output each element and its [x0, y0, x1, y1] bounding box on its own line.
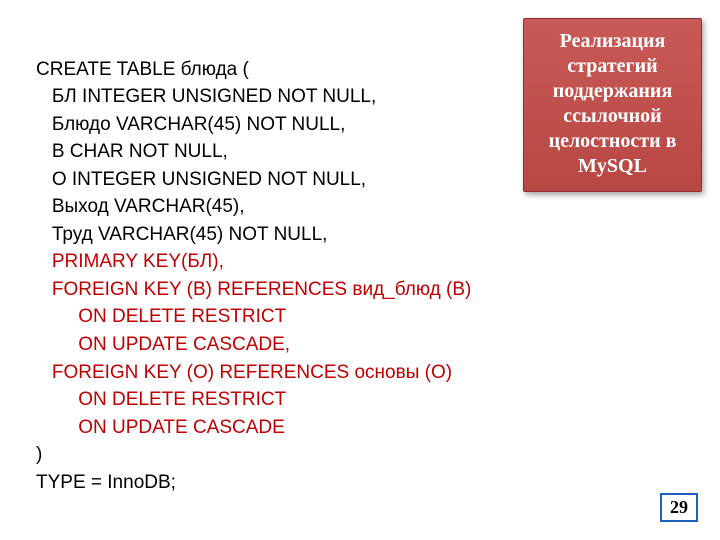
code-line-key: PRIMARY KEY(БЛ), [36, 251, 224, 272]
callout-line: поддержания [530, 79, 695, 104]
callout-line: Реализация [530, 29, 695, 54]
callout-line: целостности в [530, 129, 695, 154]
callout-line: стратегий [530, 54, 695, 79]
code-line: TYPE = InnoDB; [36, 472, 176, 493]
code-line: Выход VARCHAR(45), [36, 196, 245, 217]
code-line-key: FOREIGN KEY (В) REFERENCES вид_блюд (В) [36, 279, 471, 300]
code-line-key: ON UPDATE CASCADE [36, 417, 285, 438]
code-line-key: FOREIGN KEY (О) REFERENCES основы (О) [36, 362, 452, 383]
code-line-key: ON UPDATE CASCADE, [36, 334, 290, 355]
code-line: О INTEGER UNSIGNED NOT NULL, [36, 169, 366, 190]
code-line-key: ON DELETE RESTRICT [36, 389, 286, 410]
callout-line: MySQL [530, 154, 695, 179]
title-callout: Реализация стратегий поддержания ссылочн… [523, 18, 702, 192]
page-number: 29 [660, 493, 698, 522]
code-line: CREATE TABLE блюда ( [36, 59, 249, 80]
code-line: В CHAR NOT NULL, [36, 141, 228, 162]
code-line: Блюдо VARCHAR(45) NOT NULL, [36, 114, 345, 135]
code-line: Труд VARCHAR(45) NOT NULL, [36, 224, 327, 245]
callout-line: ссылочной [530, 104, 695, 129]
code-line: ) [36, 444, 42, 465]
code-line: БЛ INTEGER UNSIGNED NOT NULL, [36, 86, 376, 107]
code-line-key: ON DELETE RESTRICT [36, 306, 286, 327]
sql-code-block: CREATE TABLE блюда ( БЛ INTEGER UNSIGNED… [36, 28, 471, 496]
